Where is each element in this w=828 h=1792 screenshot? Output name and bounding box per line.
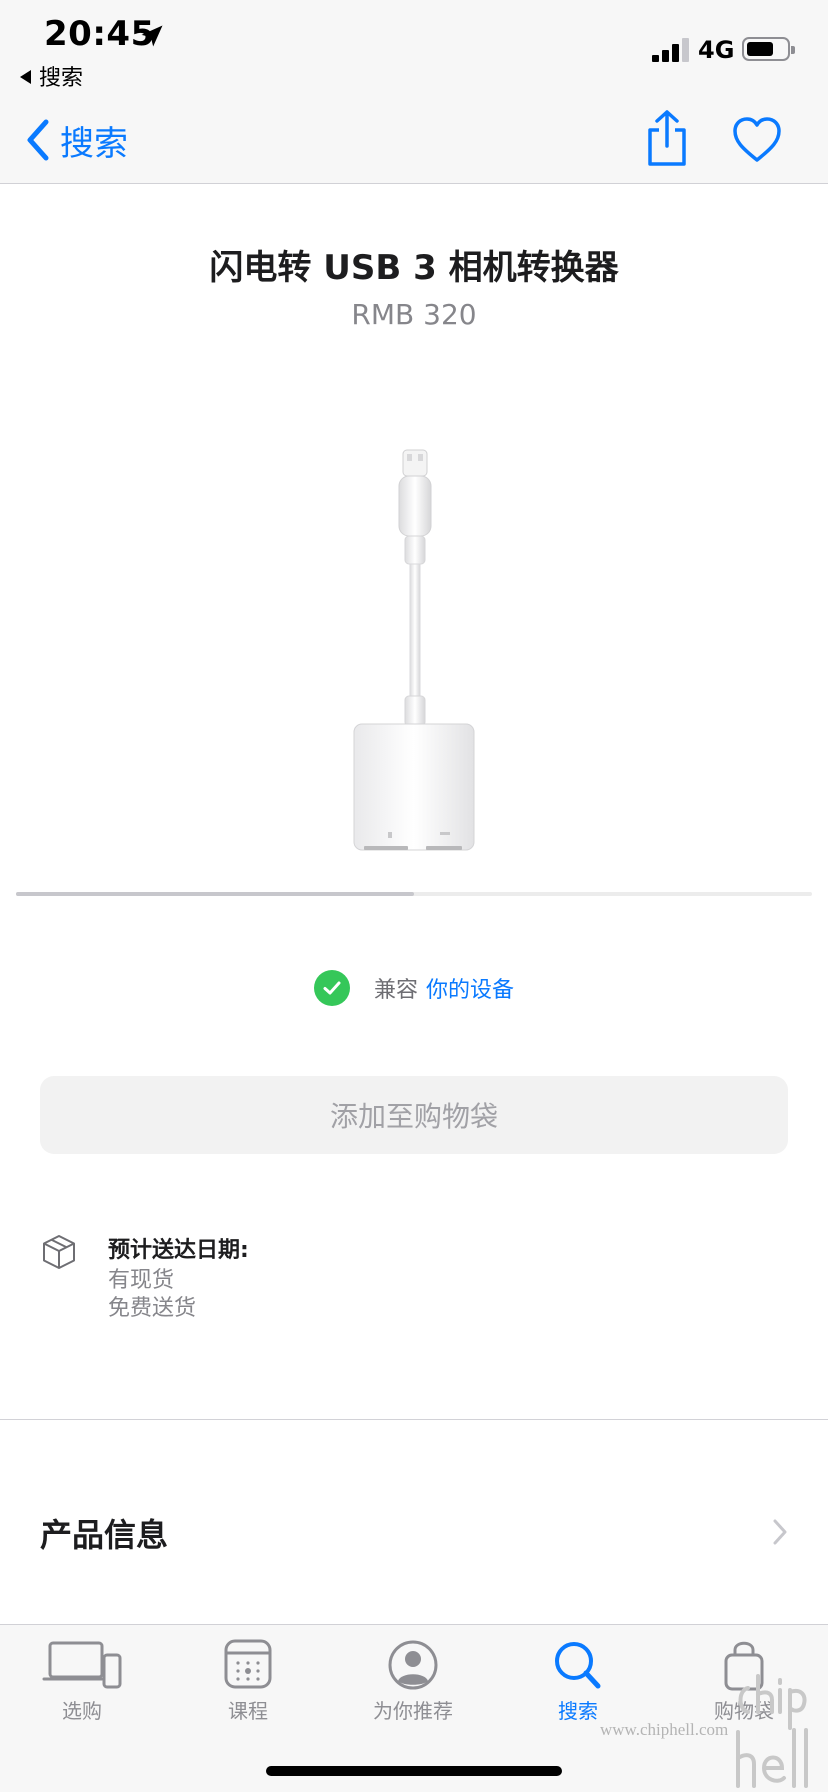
back-button-label: 搜索	[60, 123, 128, 164]
chevron-left-icon	[27, 119, 49, 161]
share-icon[interactable]	[644, 108, 690, 168]
tab-sessions[interactable]: 课程	[183, 1639, 313, 1739]
chevron-right-icon	[773, 1519, 787, 1545]
status-back-label: 搜索	[39, 66, 84, 91]
product-info-title: 产品信息	[40, 1516, 169, 1554]
calendar-icon	[224, 1639, 272, 1689]
heart-icon[interactable]	[732, 116, 782, 164]
shipping-text: 免费送货	[108, 1296, 197, 1321]
product-title: 闪电转 USB 3 相机转换器	[209, 248, 619, 288]
navigation-bar: 搜索	[0, 96, 828, 184]
section-divider	[0, 1419, 828, 1420]
network-type: 4G	[698, 36, 735, 64]
watermark-text: www.chiphell.com	[600, 1720, 729, 1739]
product-price: RMB 320	[351, 298, 477, 331]
status-back-to-app[interactable]: 搜索	[20, 60, 83, 92]
devices-icon	[42, 1641, 122, 1689]
back-button[interactable]: 搜索	[24, 116, 128, 164]
tab-shop-label: 选购	[62, 1699, 102, 1723]
your-devices-link[interactable]: 你的设备	[426, 972, 514, 1004]
person-icon	[388, 1640, 438, 1690]
status-bar: 20:45 搜索 4G	[0, 0, 828, 96]
compatibility-label: 兼容	[373, 978, 418, 1003]
compatibility-row: 兼容 你的设备	[0, 970, 828, 1006]
home-indicator[interactable]	[266, 1766, 562, 1776]
signal-bars-icon	[652, 38, 690, 62]
delivery-date-title: 预计送达日期:	[108, 1238, 249, 1263]
chiphell-logo	[736, 1674, 808, 1788]
add-to-bag-button[interactable]: 添加至购物袋	[40, 1076, 788, 1154]
app-screen: 20:45 搜索 4G 搜索 闪电转 USB 3 相机转换器 RMB 320 兼…	[0, 0, 828, 1792]
checkmark-icon	[313, 970, 350, 1006]
product-image[interactable]	[330, 440, 500, 860]
tab-sessions-label: 课程	[228, 1699, 268, 1723]
tab-for-you[interactable]: 为你推荐	[348, 1639, 478, 1739]
back-triangle-icon	[20, 70, 31, 84]
image-carousel-position	[16, 892, 414, 896]
location-arrow-icon	[141, 25, 163, 47]
tab-for-you-label: 为你推荐	[373, 1699, 453, 1723]
tab-shop[interactable]: 选购	[17, 1639, 147, 1739]
box-icon	[43, 1235, 75, 1269]
search-icon	[555, 1642, 601, 1689]
product-info-row[interactable]: 产品信息	[0, 1490, 828, 1570]
image-carousel-scrollbar[interactable]	[16, 892, 812, 896]
battery-icon	[742, 37, 795, 61]
